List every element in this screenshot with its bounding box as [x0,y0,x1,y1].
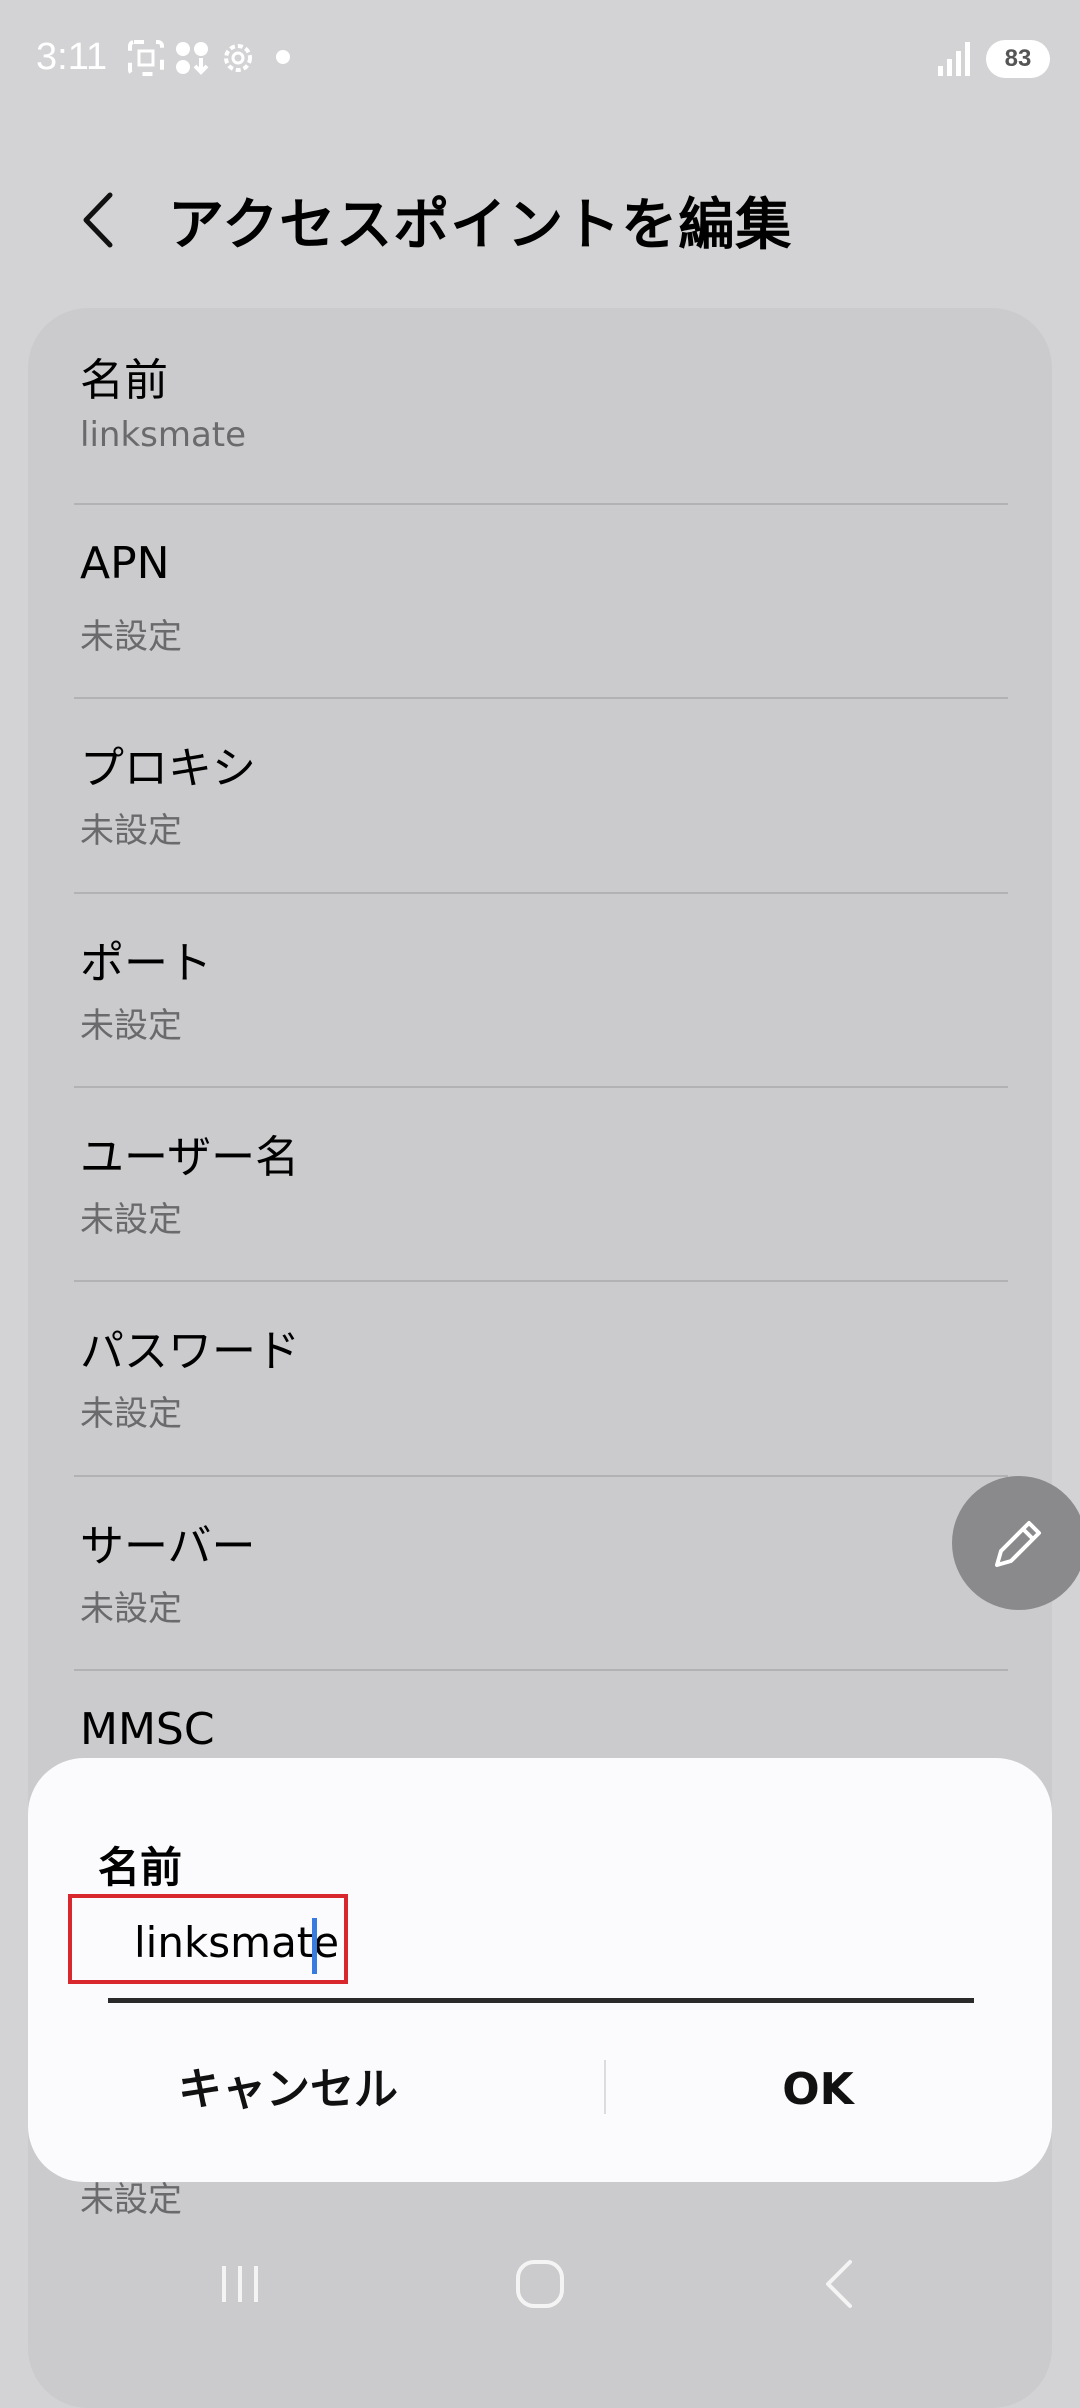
recents-icon [222,2266,258,2302]
setting-label: ユーザー名 [80,1132,300,1183]
divider [74,892,1008,894]
back-button[interactable] [70,185,130,255]
setting-value: 未設定 [80,1394,182,1434]
setting-label: プロキシ [80,743,256,794]
battery-icon: 83 [986,40,1050,78]
dialog-title: 名前 [98,1843,183,1892]
notification-dot-icon [276,50,290,64]
setting-row-password[interactable]: パスワード 未設定 [74,1291,1008,1485]
signal-icon [936,38,976,78]
screenshot-icon [126,38,166,78]
pencil-icon [995,1521,1041,1567]
edit-fab-button[interactable] [952,1476,1080,1610]
name-edit-dialog: 名前 キャンセル OK [28,1758,1052,2182]
page-title: アクセスポイントを編集 [168,193,793,258]
status-bar: 3:11 83 [0,0,1080,120]
setting-label: サーバー [80,1521,256,1572]
back-icon [826,2260,852,2308]
setting-label: APN [80,538,170,589]
setting-label: MMSC [80,1704,215,1755]
setting-row-apn[interactable]: APN 未設定 [74,514,1008,708]
nav-back-button[interactable] [810,2254,870,2314]
setting-value: 未設定 [80,1200,182,1240]
ok-button[interactable]: OK [618,2040,1018,2140]
divider [74,1280,1008,1282]
button-divider [604,2060,606,2114]
setting-value: 未設定 [80,617,182,657]
input-underline [108,1998,974,2003]
setting-row-port[interactable]: ポート 未設定 [74,903,1008,1097]
cancel-button[interactable]: キャンセル [88,2040,488,2140]
setting-row-name[interactable]: 名前 linksmate [74,320,1008,514]
setting-row-proxy[interactable]: プロキシ 未設定 [74,708,1008,902]
setting-value: linksmate [80,415,247,455]
status-time: 3:11 [36,36,108,78]
home-button[interactable] [510,2254,570,2314]
settings-icon [218,38,258,78]
setting-row-server[interactable]: サーバー 未設定 [74,1486,1008,1680]
apps-icon [172,38,212,78]
divider [74,697,1008,699]
setting-value: 未設定 [80,811,182,851]
setting-label: パスワード [80,1326,300,1377]
divider [74,1669,1008,1671]
divider [74,1086,1008,1088]
setting-label: 名前 [80,355,168,406]
navigation-bar [0,2222,1080,2340]
home-icon [516,2260,564,2308]
setting-value: 未設定 [80,1589,182,1629]
highlight-box [68,1894,348,1984]
setting-label: ポート [80,938,212,989]
setting-row-username[interactable]: ユーザー名 未設定 [74,1097,1008,1291]
divider [74,503,1008,505]
chevron-left-icon [83,192,113,248]
recents-button[interactable] [210,2254,270,2314]
setting-value: 未設定 [80,1006,182,1046]
divider [74,1475,1008,1477]
